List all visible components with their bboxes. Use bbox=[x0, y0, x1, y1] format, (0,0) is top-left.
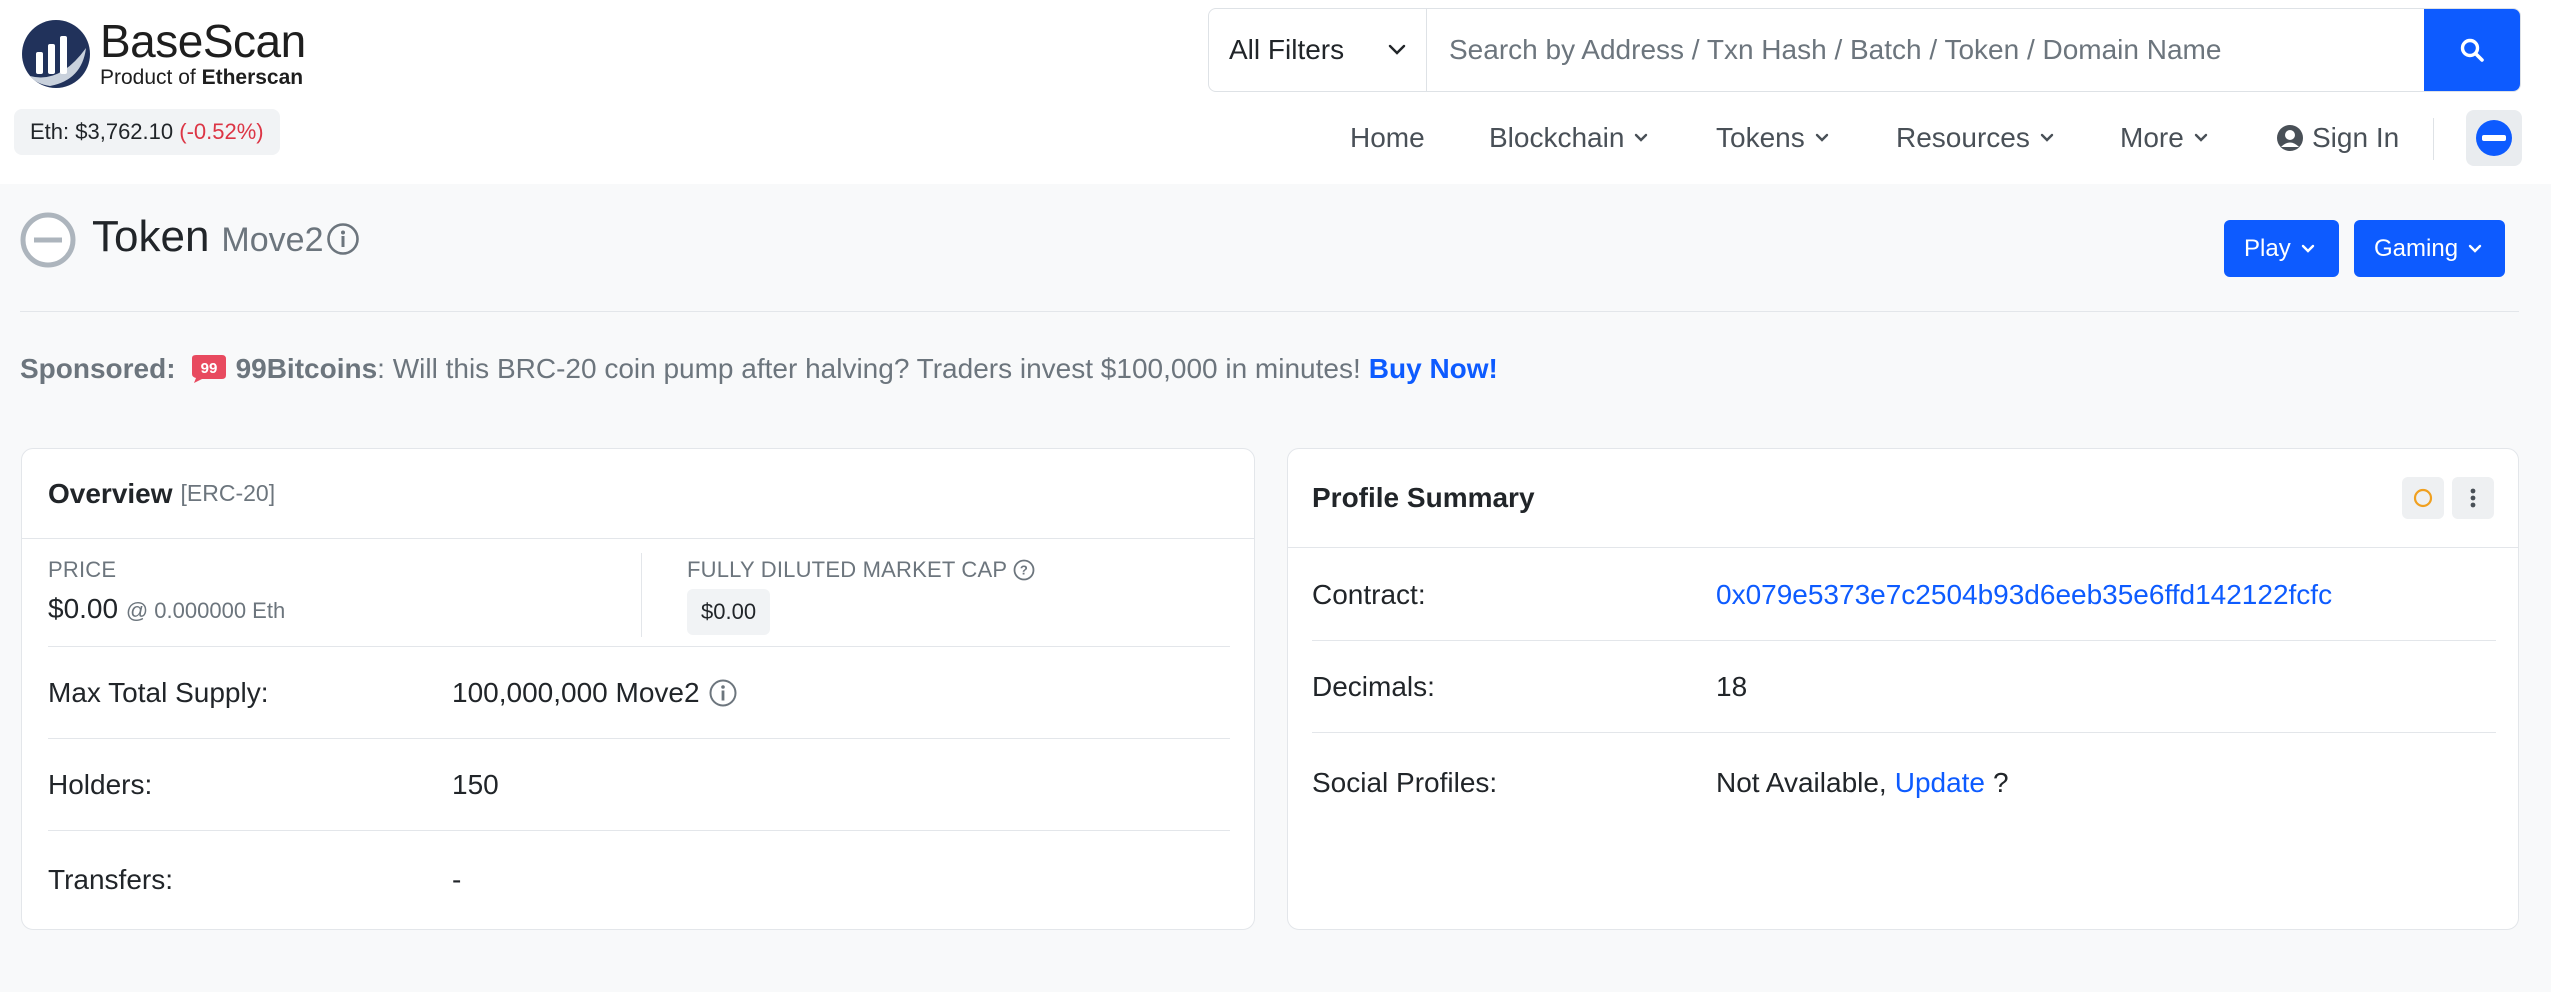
overview-divider bbox=[48, 646, 1230, 647]
price-label: PRICE bbox=[48, 557, 117, 582]
play-button-label: Play bbox=[2244, 234, 2291, 262]
overview-card: Overview [ERC-20] PRICE $0.00 @ 0.000000… bbox=[21, 448, 1255, 930]
nav-more-label: More bbox=[2120, 122, 2184, 153]
social-profiles-suffix: ? bbox=[1993, 767, 2009, 798]
sponsored-banner: Sponsored: 99 99Bitcoins : Will this BRC… bbox=[20, 349, 1498, 389]
sign-in-link[interactable]: Sign In bbox=[2276, 112, 2399, 164]
chevron-down-icon bbox=[1388, 44, 1406, 55]
contract-address-link[interactable]: 0x079e5373e7c2504b93d6eeb35e6ffd142122fc… bbox=[1716, 579, 2332, 611]
filter-select[interactable]: All Filters bbox=[1209, 9, 1427, 91]
profile-divider bbox=[1312, 732, 2496, 733]
search-button[interactable] bbox=[2424, 9, 2520, 91]
overview-divider bbox=[48, 830, 1230, 831]
search-input[interactable] bbox=[1427, 9, 2424, 91]
chevron-down-icon bbox=[1815, 133, 1828, 142]
brand-tagline: Product of Etherscan bbox=[100, 66, 306, 90]
transfers-value: - bbox=[452, 864, 462, 895]
chevron-down-icon bbox=[2468, 244, 2482, 253]
token-name: Move2 bbox=[221, 221, 324, 259]
price-usd: $0.00 bbox=[48, 593, 119, 624]
overview-card-header: Overview [ERC-20] bbox=[22, 449, 1254, 539]
play-dropdown-button[interactable]: Play bbox=[2224, 220, 2339, 277]
nav-home[interactable]: Home bbox=[1350, 112, 1425, 164]
profile-divider bbox=[1312, 640, 2496, 641]
max-supply-label: Max Total Supply: bbox=[48, 677, 269, 708]
price-eth: @ 0.000000 Eth bbox=[125, 598, 286, 623]
theme-icon bbox=[2476, 120, 2512, 156]
site-header: BaseScan Product of Etherscan Eth: $3,76… bbox=[0, 0, 2551, 184]
nav-tokens-label: Tokens bbox=[1716, 122, 1805, 153]
nav-blockchain-label: Blockchain bbox=[1489, 122, 1625, 153]
token-logo-icon bbox=[20, 212, 76, 268]
nav-more[interactable]: More bbox=[2120, 112, 2208, 164]
more-options-button[interactable] bbox=[2452, 477, 2494, 519]
info-icon[interactable] bbox=[326, 222, 360, 256]
chevron-down-icon bbox=[2301, 244, 2314, 253]
page-title: Token Move2 bbox=[92, 212, 323, 268]
basescan-logo-icon bbox=[22, 20, 90, 88]
market-cap-value: $0.00 bbox=[687, 589, 771, 635]
sponsor-message: : Will this BRC-20 coin pump after halvi… bbox=[377, 353, 1361, 384]
eth-price-badge: Eth: $3,762.10 (-0.52%) bbox=[14, 109, 280, 155]
status-circle-icon bbox=[2413, 488, 2433, 508]
eth-price-change: (-0.52%) bbox=[179, 119, 264, 144]
max-supply-amount: 100,000,000 Move2 bbox=[452, 677, 700, 708]
profile-summary-title: Profile Summary bbox=[1312, 482, 1535, 513]
gaming-dropdown-button[interactable]: Gaming bbox=[2354, 220, 2505, 277]
nav-divider bbox=[2433, 118, 2434, 160]
filter-select-label: All Filters bbox=[1229, 34, 1345, 65]
sponsor-brand-link[interactable]: 99Bitcoins bbox=[236, 353, 378, 385]
social-profiles-label: Social Profiles: bbox=[1312, 767, 1498, 798]
question-circle-icon[interactable]: ? bbox=[1013, 559, 1035, 581]
gaming-button-label: Gaming bbox=[2374, 234, 2459, 262]
page-title-text: Token bbox=[92, 212, 210, 261]
overview-column-divider bbox=[641, 553, 642, 637]
svg-text:99: 99 bbox=[200, 360, 217, 377]
decimals-label: Decimals: bbox=[1312, 671, 1435, 702]
price-value: $0.00 @ 0.000000 Eth bbox=[48, 593, 285, 625]
market-cap-label-text: FULLY DILUTED MARKET CAP bbox=[687, 557, 1008, 582]
holders-label: Holders: bbox=[48, 769, 153, 800]
max-supply-value: 100,000,000 Move2 bbox=[452, 677, 738, 709]
decimals-value: 18 bbox=[1716, 671, 1748, 702]
basescan-logo[interactable]: BaseScan Product of Etherscan bbox=[20, 18, 306, 90]
nav-resources[interactable]: Resources bbox=[1896, 112, 2054, 164]
nav-resources-label: Resources bbox=[1896, 122, 2030, 153]
overview-title: Overview bbox=[48, 477, 173, 509]
brand-product-prefix: Product of bbox=[100, 66, 196, 89]
profile-status-button[interactable] bbox=[2402, 477, 2444, 519]
transfers-label: Transfers: bbox=[48, 864, 173, 895]
social-profiles-value: Not Available, Update ? bbox=[1716, 767, 2009, 799]
sign-in-label: Sign In bbox=[2312, 122, 2400, 153]
chevron-down-icon bbox=[2040, 133, 2054, 142]
brand-product-name: Etherscan bbox=[201, 66, 304, 89]
update-profile-link[interactable]: Update bbox=[1895, 767, 1985, 799]
profile-summary-card: Profile Summary Contract: 0x079e5373e7c2… bbox=[1287, 448, 2519, 930]
eth-price-value: Eth: $3,762.10 bbox=[30, 119, 174, 144]
nav-blockchain[interactable]: Blockchain bbox=[1489, 112, 1648, 164]
brand-name: BaseScan bbox=[100, 15, 306, 67]
overview-divider bbox=[48, 738, 1230, 739]
chevron-down-icon bbox=[2194, 133, 2207, 142]
info-icon[interactable] bbox=[708, 678, 738, 708]
99bitcoins-logo-icon: 99 bbox=[191, 355, 226, 383]
contract-label: Contract: bbox=[1312, 579, 1426, 610]
nav-home-label: Home bbox=[1350, 122, 1425, 153]
svg-text:?: ? bbox=[1020, 563, 1028, 578]
token-standard-tag: [ERC-20] bbox=[180, 480, 276, 506]
vertical-ellipsis-icon bbox=[2470, 488, 2476, 508]
market-cap-label: FULLY DILUTED MARKET CAP ? bbox=[687, 557, 1035, 583]
profile-card-header: Profile Summary bbox=[1288, 449, 2518, 548]
user-circle-icon bbox=[2277, 125, 2303, 151]
search-icon bbox=[2460, 38, 2484, 62]
theme-toggle-button[interactable] bbox=[2466, 110, 2522, 166]
title-divider bbox=[20, 311, 2519, 312]
chevron-down-icon bbox=[1635, 133, 1648, 142]
buy-now-link[interactable]: Buy Now! bbox=[1369, 353, 1498, 385]
nav-tokens[interactable]: Tokens bbox=[1716, 112, 1829, 164]
social-profiles-status: Not Available, bbox=[1716, 767, 1887, 798]
sponsored-label: Sponsored: bbox=[20, 353, 176, 384]
holders-value: 150 bbox=[452, 769, 499, 800]
search-bar: All Filters bbox=[1208, 8, 2521, 92]
